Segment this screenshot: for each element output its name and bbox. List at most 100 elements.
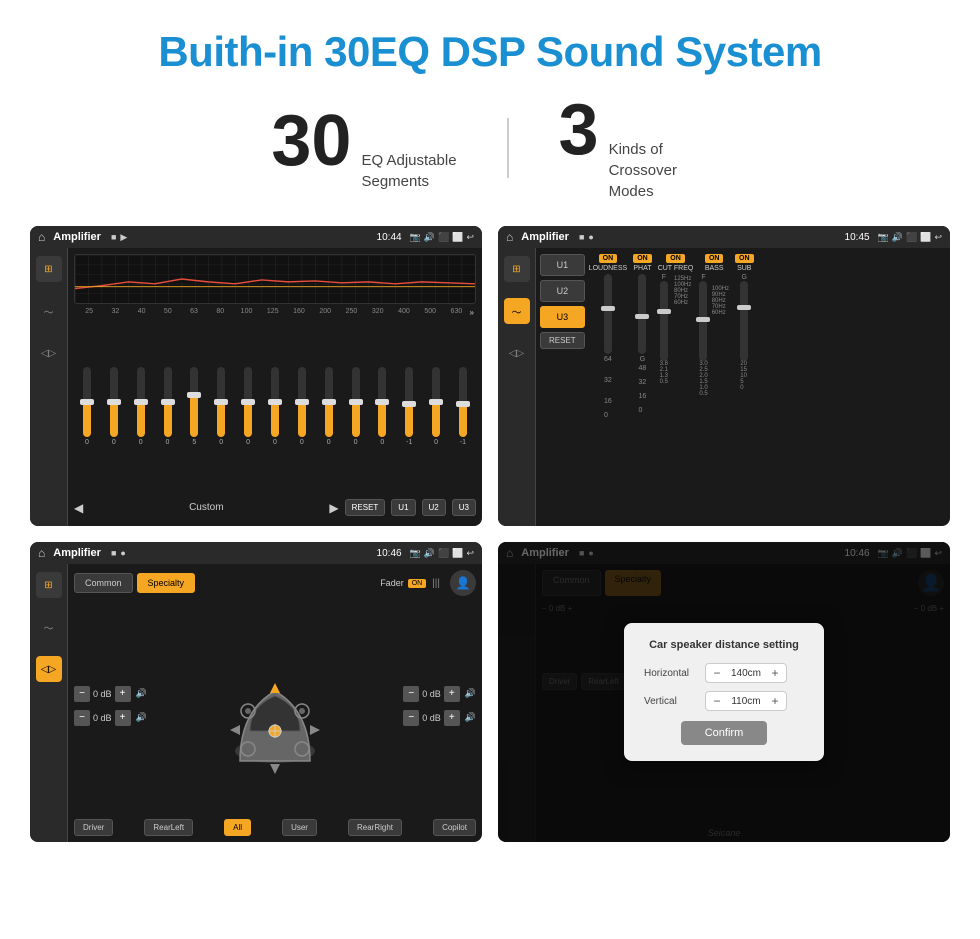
screen-speaker: ⌂ Amplifier ■ ● 10:46 📷 🔊 ⬛ ⬜ ↩ ⊞ 〜 ◁▷ C… [30, 542, 482, 842]
side-controls-3: ⊞ 〜 ◁▷ [30, 564, 68, 842]
wave-icon[interactable]: 〜 [36, 298, 62, 324]
all-btn[interactable]: All [224, 819, 251, 836]
horizontal-plus[interactable]: + [768, 666, 782, 680]
slider-50[interactable]: 0 [155, 367, 181, 446]
wave-icon-2[interactable]: 〜 [504, 298, 530, 324]
horizontal-input[interactable]: − 140cm + [705, 663, 787, 683]
eq-sliders[interactable]: 0 0 0 0 5 0 0 0 0 0 0 0 -1 0 -1 [74, 321, 476, 491]
reset-btn-1[interactable]: RESET [345, 499, 386, 516]
crossover-desc: Kinds ofCrossover Modes [609, 139, 709, 202]
speaker-main: Common Specialty Fader ON ||| 👤 − 0 dB + [68, 564, 482, 842]
confirm-button[interactable]: Confirm [681, 721, 768, 745]
copilot-btn[interactable]: Copilot [433, 819, 476, 836]
slider-100[interactable]: 0 [235, 367, 261, 446]
side-controls-2: ⊞ 〜 ◁▷ [498, 248, 536, 526]
fl-speaker-icon: 🔊 [136, 688, 147, 699]
wave-icon-3[interactable]: 〜 [36, 614, 62, 640]
rr-minus[interactable]: − [403, 710, 419, 726]
eq-icon-2[interactable]: ⊞ [504, 256, 530, 282]
rr-db-val: 0 dB [422, 713, 441, 723]
horizontal-minus[interactable]: − [710, 666, 724, 680]
rearleft-btn[interactable]: RearLeft [144, 819, 193, 836]
slider-40[interactable]: 0 [128, 367, 154, 446]
preset-name: Custom [89, 502, 323, 513]
reset-btn-2[interactable]: RESET [540, 332, 585, 349]
camera-icon-3: 📷 [410, 548, 421, 559]
home-icon-2: ⌂ [506, 230, 513, 244]
slider-125[interactable]: 0 [262, 367, 288, 446]
u2-btn[interactable]: U2 [422, 499, 446, 516]
specialty-tab[interactable]: Specialty [137, 573, 196, 593]
sub-slider[interactable] [740, 281, 748, 361]
fr-plus[interactable]: + [444, 686, 460, 702]
slider-63[interactable]: 5 [181, 367, 207, 446]
more-icon: » [470, 308, 474, 317]
fader-bars: ||| [432, 578, 440, 589]
u3-unit-btn[interactable]: U3 [540, 306, 585, 328]
speaker-layout: − 0 dB + 🔊 − 0 dB + 🔊 [74, 600, 476, 811]
u1-btn[interactable]: U1 [391, 499, 415, 516]
slider-630[interactable]: -1 [450, 367, 476, 446]
cutfreq-sliders: F 3.82.11.30.5 125Hz100Hz80Hz70Hz60Hz [660, 274, 692, 385]
side-controls-1: ⊞ 〜 ◁▷ [30, 248, 68, 526]
phat-slider[interactable] [638, 274, 646, 354]
screens-grid: ⌂ Amplifier ■ ▶ 10:44 📷 🔊 ⬛ ⬜ ↩ ⊞ 〜 ◁▷ [0, 226, 980, 842]
slider-250[interactable]: 0 [343, 367, 369, 446]
screen2-title: Amplifier [521, 231, 569, 243]
vol-side-icon[interactable]: ◁▷ [36, 340, 62, 366]
fr-minus[interactable]: − [403, 686, 419, 702]
crossover-number: 3 [559, 94, 599, 166]
slider-32[interactable]: 0 [101, 367, 127, 446]
slider-400[interactable]: -1 [396, 367, 422, 446]
screen-eq: ⌂ Amplifier ■ ▶ 10:44 📷 🔊 ⬛ ⬜ ↩ ⊞ 〜 ◁▷ [30, 226, 482, 526]
status-right-2: 📷 🔊 ⬛ ⬜ ↩ [878, 232, 942, 243]
vol-side-icon-2[interactable]: ◁▷ [504, 340, 530, 366]
fr-speaker-icon: 🔊 [465, 688, 476, 699]
position-buttons-row: Driver RearLeft All User RearRight Copil… [74, 819, 476, 836]
prev-preset-btn[interactable]: ◀ [74, 501, 83, 515]
driver-btn[interactable]: Driver [74, 819, 113, 836]
cutfreq-f-slider[interactable] [660, 281, 668, 361]
vol-side-icon-3[interactable]: ◁▷ [36, 656, 62, 682]
eq-icon-3[interactable]: ⊞ [36, 572, 62, 598]
fl-db-val: 0 dB [93, 689, 112, 699]
u3-btn[interactable]: U3 [452, 499, 476, 516]
home-icon-3: ⌂ [38, 546, 45, 560]
slider-160[interactable]: 0 [289, 367, 315, 446]
phat-vals: 4832160 [639, 365, 647, 414]
slider-320[interactable]: 0 [369, 367, 395, 446]
screen-dialog: ⌂ Amplifier ■ ● 10:46 📷 🔊 ⬛ ⬜ ↩ Common S… [498, 542, 950, 842]
status-bar-1: ⌂ Amplifier ■ ▶ 10:44 📷 🔊 ⬛ ⬜ ↩ [30, 226, 482, 248]
next-preset-btn[interactable]: ▶ [329, 501, 338, 515]
u1-unit-btn[interactable]: U1 [540, 254, 585, 276]
bass-f-slider[interactable] [699, 281, 707, 361]
slider-80[interactable]: 0 [208, 367, 234, 446]
phat-label: PHAT [633, 265, 651, 272]
slider-25[interactable]: 0 [74, 367, 100, 446]
cutfreq-section: ON CUT FREQ F 3.82.11.30.5 125Hz100Hz80H… [658, 254, 694, 419]
slider-200[interactable]: 0 [316, 367, 342, 446]
unit-buttons: U1 U2 U3 RESET [540, 254, 585, 349]
loudness-on: ON [599, 254, 618, 263]
crossover-units: U1 U2 U3 RESET ON LOUDNESS 6432160 [540, 254, 946, 419]
crossover-stat: 3 Kinds ofCrossover Modes [509, 94, 759, 202]
user-btn[interactable]: User [282, 819, 317, 836]
vertical-input[interactable]: − 110cm + [705, 691, 787, 711]
vertical-minus[interactable]: − [710, 694, 724, 708]
vertical-plus[interactable]: + [768, 694, 782, 708]
slider-500[interactable]: 0 [423, 367, 449, 446]
rl-plus[interactable]: + [115, 710, 131, 726]
loudness-section: ON LOUDNESS 6432160 [589, 254, 628, 419]
rl-minus[interactable]: − [74, 710, 90, 726]
rr-plus[interactable]: + [444, 710, 460, 726]
fl-minus[interactable]: − [74, 686, 90, 702]
eq-icon[interactable]: ⊞ [36, 256, 62, 282]
box-icon-2: ⬛ [906, 232, 917, 243]
loudness-slider[interactable] [604, 274, 612, 354]
u2-unit-btn[interactable]: U2 [540, 280, 585, 302]
back-icon-2: ↩ [934, 232, 942, 243]
rearright-btn[interactable]: RearRight [348, 819, 402, 836]
common-tab[interactable]: Common [74, 573, 133, 593]
fl-plus[interactable]: + [115, 686, 131, 702]
sub-g: G [740, 274, 748, 281]
